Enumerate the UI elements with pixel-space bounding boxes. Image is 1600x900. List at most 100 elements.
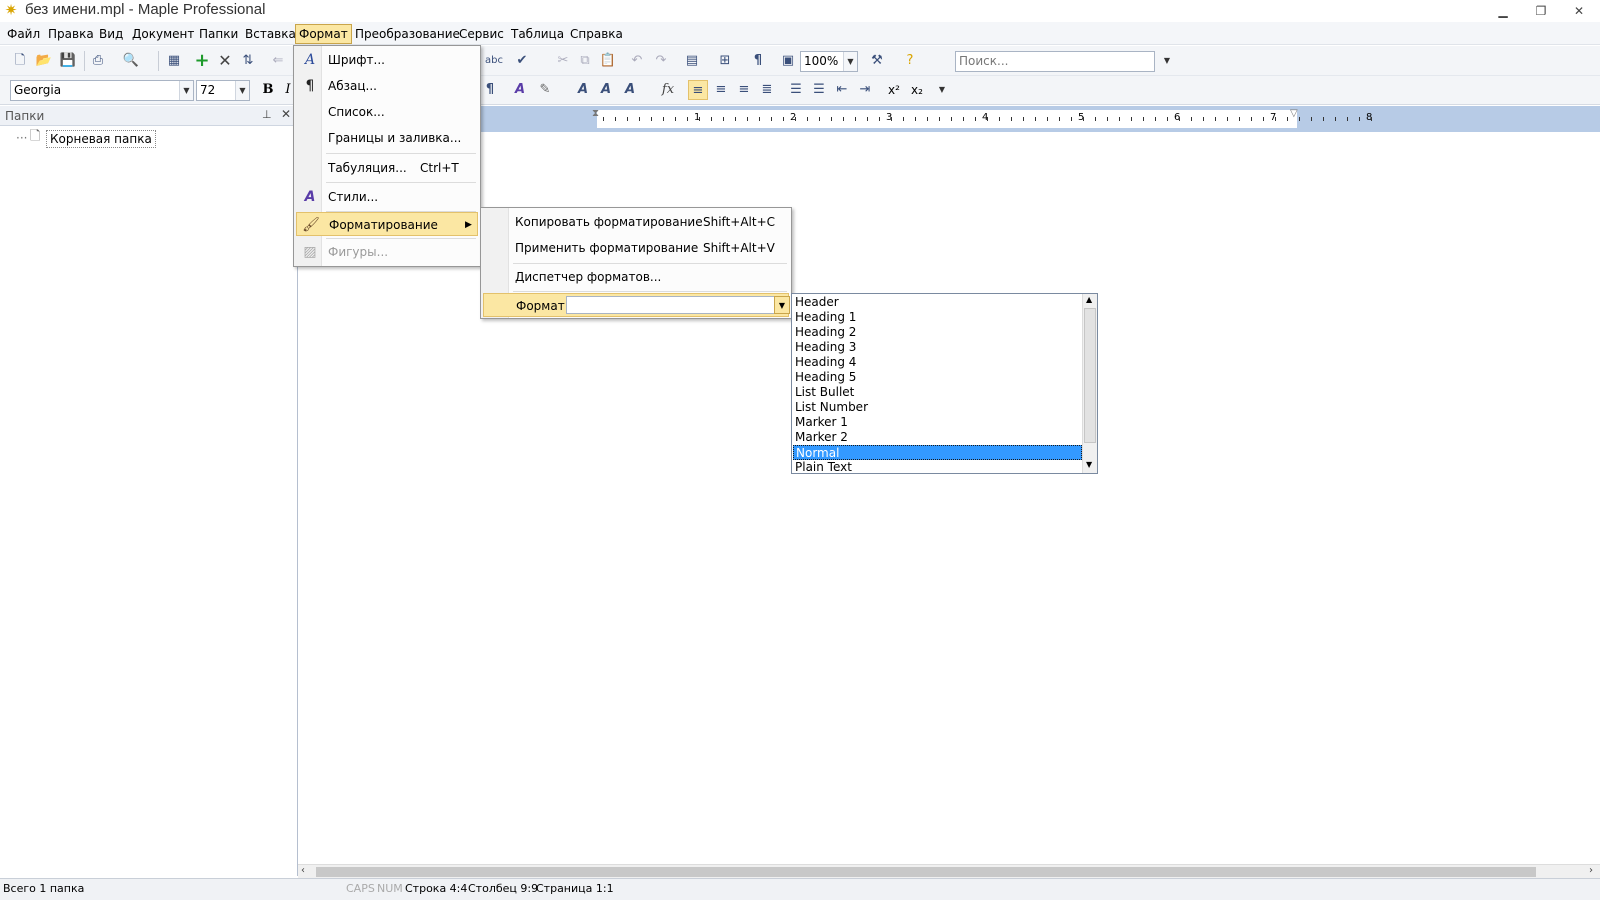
help-icon[interactable]: ? bbox=[900, 51, 920, 71]
menu-view[interactable]: Вид bbox=[96, 25, 126, 43]
insert-page-icon[interactable]: ▤ bbox=[682, 51, 702, 71]
scroll-up-icon[interactable]: ▲ bbox=[1086, 295, 1092, 304]
menu-item-styles[interactable]: A Стили... bbox=[296, 185, 478, 209]
decrease-indent-icon[interactable]: ⇤ bbox=[832, 80, 852, 100]
menu-item-format-combo[interactable]: Формат ▼ bbox=[483, 293, 790, 317]
align-justify-icon[interactable]: ≣ bbox=[757, 80, 777, 100]
save-icon[interactable]: 💾 bbox=[58, 51, 78, 71]
list-item[interactable]: Marker 2 bbox=[793, 430, 1082, 445]
indent-marker-icon[interactable]: ⧗ bbox=[592, 108, 599, 119]
bold-button[interactable]: B bbox=[258, 80, 278, 100]
formula-button[interactable]: fx bbox=[658, 80, 678, 100]
close-window-button[interactable]: ✕ bbox=[1566, 2, 1592, 20]
chevron-down-icon[interactable]: ▼ bbox=[843, 52, 857, 71]
redo-icon[interactable]: ↷ bbox=[651, 51, 671, 71]
move-node-icon[interactable]: ⇅ bbox=[238, 51, 258, 71]
menu-item-borders[interactable]: Границы и заливка... bbox=[296, 126, 478, 150]
list-item[interactable]: List Bullet bbox=[793, 385, 1082, 400]
list-item[interactable]: Heading 2 bbox=[793, 325, 1082, 340]
restore-button[interactable]: ❐ bbox=[1528, 2, 1554, 20]
scroll-left-icon[interactable]: ‹ bbox=[301, 865, 305, 876]
page-view-icon[interactable]: ▣ bbox=[778, 51, 798, 71]
menu-item-format-manager[interactable]: Диспетчер форматов... bbox=[483, 265, 789, 289]
menu-table[interactable]: Таблица bbox=[508, 25, 567, 43]
menu-item-tabulation[interactable]: Табуляция... Ctrl+T bbox=[296, 156, 478, 180]
menu-edit[interactable]: Правка bbox=[45, 25, 97, 43]
menu-item-apply-formatting[interactable]: Применить форматирование Shift+Alt+V bbox=[483, 236, 789, 260]
chevron-down-icon[interactable]: ▼ bbox=[774, 296, 790, 314]
new-document-icon[interactable]: 🗋 bbox=[10, 51, 30, 71]
menu-insert[interactable]: Вставка bbox=[242, 25, 299, 43]
list-item-selected[interactable]: Normal bbox=[793, 445, 1082, 460]
list-item[interactable]: Heading 3 bbox=[793, 340, 1082, 355]
chevron-down-icon[interactable]: ▼ bbox=[235, 81, 249, 100]
zoom-select[interactable]: 100% ▼ bbox=[800, 51, 858, 72]
list-item[interactable]: Header bbox=[793, 295, 1082, 310]
chevron-down-icon[interactable]: ▼ bbox=[179, 81, 193, 100]
open-folder-icon[interactable]: 📂 bbox=[34, 51, 54, 71]
font-name-select[interactable]: Georgia ▼ bbox=[10, 80, 194, 101]
scroll-down-icon[interactable]: ▼ bbox=[1086, 460, 1092, 469]
list-item[interactable]: Heading 4 bbox=[793, 355, 1082, 370]
paragraph-mark-icon[interactable]: ¶ bbox=[480, 80, 500, 100]
list-item[interactable]: Marker 1 bbox=[793, 415, 1082, 430]
menu-help[interactable]: Справка bbox=[567, 25, 626, 43]
toolbar-overflow-icon[interactable]: ▼ bbox=[932, 80, 952, 100]
list-item[interactable]: Heading 5 bbox=[793, 370, 1082, 385]
right-indent-marker-icon[interactable]: ▽ bbox=[1290, 108, 1298, 119]
pin-icon[interactable]: ⊥ bbox=[262, 108, 272, 121]
highlight-icon[interactable]: ✎ bbox=[535, 80, 555, 100]
font-size-select[interactable]: 72 ▼ bbox=[196, 80, 250, 101]
list-item[interactable]: List Number bbox=[793, 400, 1082, 415]
shrink-font-icon[interactable]: A bbox=[596, 80, 616, 100]
tools-icon[interactable]: ⚒ bbox=[867, 51, 887, 71]
align-center-icon[interactable]: ≡ bbox=[711, 80, 731, 100]
menu-item-shapes[interactable]: ▨ Фигуры... bbox=[296, 240, 478, 264]
font-color-icon[interactable]: A bbox=[510, 80, 530, 100]
delete-node-icon[interactable]: ✕ bbox=[215, 51, 235, 71]
horizontal-scrollbar[interactable]: ‹ › bbox=[298, 864, 1600, 878]
align-right-icon[interactable]: ≡ bbox=[734, 80, 754, 100]
list-item[interactable]: Heading 1 bbox=[793, 310, 1082, 325]
menu-item-copy-formatting[interactable]: Копировать форматирование Shift+Alt+C bbox=[483, 210, 789, 234]
menu-format[interactable]: Формат bbox=[295, 24, 352, 44]
copy-icon[interactable]: ⧉ bbox=[575, 51, 595, 71]
menu-service[interactable]: Сервис bbox=[456, 25, 507, 43]
menu-document[interactable]: Документ bbox=[129, 25, 197, 43]
print-preview-icon[interactable]: 🔍 bbox=[121, 51, 141, 71]
menu-item-list[interactable]: Список... bbox=[296, 100, 478, 124]
search-input[interactable]: Поиск... bbox=[955, 51, 1155, 72]
minimize-button[interactable]: ▁ bbox=[1490, 2, 1516, 20]
menu-item-formatting[interactable]: 🖌 Форматирование ▶ bbox=[296, 212, 478, 236]
show-formatting-icon[interactable]: ¶ bbox=[748, 51, 768, 71]
increase-indent-icon[interactable]: ⇥ bbox=[855, 80, 875, 100]
properties-icon[interactable]: ▦ bbox=[164, 51, 184, 71]
menu-file[interactable]: Файл bbox=[4, 25, 43, 43]
list-scrollbar[interactable]: ▲ ▼ bbox=[1082, 294, 1097, 473]
menu-folders[interactable]: Папки bbox=[196, 25, 241, 43]
paste-icon[interactable]: 📋 bbox=[598, 51, 618, 71]
search-dropdown-icon[interactable]: ▼ bbox=[1157, 51, 1177, 71]
bullet-list-icon[interactable]: ☰ bbox=[809, 80, 829, 100]
spell-check-icon[interactable]: ✔ bbox=[512, 51, 532, 71]
change-case-icon[interactable]: A bbox=[620, 80, 640, 100]
superscript-icon[interactable]: x² bbox=[884, 80, 904, 100]
add-node-icon[interactable]: + bbox=[192, 51, 212, 71]
cut-icon[interactable]: ✂ bbox=[553, 51, 573, 71]
print-icon[interactable]: ⎙ bbox=[88, 51, 108, 71]
spelling-icon[interactable]: abc bbox=[484, 51, 504, 71]
format-combo-input[interactable] bbox=[566, 296, 776, 314]
insert-table-icon[interactable]: ⊞ bbox=[715, 51, 735, 71]
numbered-list-icon[interactable]: ☰ bbox=[786, 80, 806, 100]
close-panel-icon[interactable]: ✕ bbox=[281, 107, 291, 121]
scroll-thumb[interactable] bbox=[316, 867, 1536, 877]
list-scroll-thumb[interactable] bbox=[1084, 308, 1096, 443]
menu-item-font[interactable]: A Шрифт... bbox=[296, 48, 478, 72]
align-left-icon[interactable]: ≡ bbox=[688, 80, 708, 100]
ruler[interactable]: ⧗ ▽ 1 2 3 4 5 6 7 8 bbox=[298, 106, 1600, 132]
grow-font-icon[interactable]: A bbox=[573, 80, 593, 100]
menu-item-paragraph[interactable]: ¶ Абзац... bbox=[296, 74, 478, 98]
back-arrow-icon[interactable]: ⇐ bbox=[268, 51, 288, 71]
list-item[interactable]: Plain Text bbox=[793, 460, 1082, 475]
undo-icon[interactable]: ↶ bbox=[627, 51, 647, 71]
